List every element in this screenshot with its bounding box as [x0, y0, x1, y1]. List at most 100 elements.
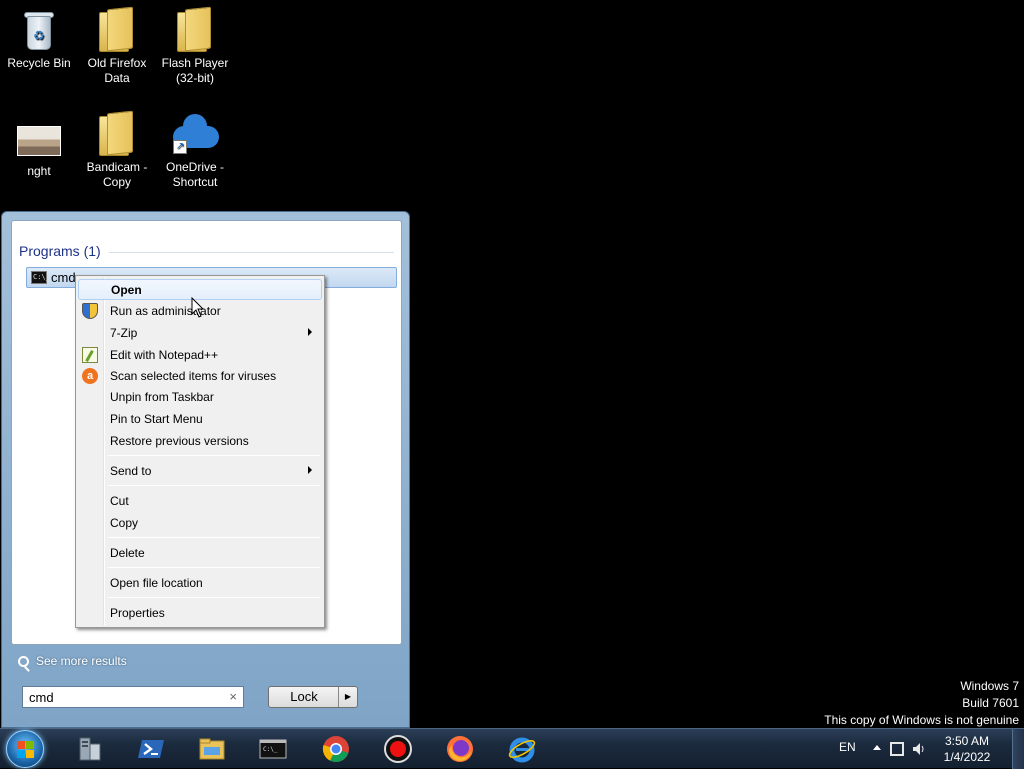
context-menu-item-open-file-location[interactable]: Open file location [78, 573, 322, 594]
menu-item-label: Open [111, 283, 142, 297]
desktop-icon-label: Bandicam - Copy [86, 160, 148, 189]
show-desktop-button[interactable] [1012, 729, 1024, 769]
context-menu-item-unpin-from-taskbar[interactable]: Unpin from Taskbar [78, 387, 322, 408]
clear-search-icon[interactable]: × [229, 689, 237, 704]
context-menu-item-scan-viruses[interactable]: a Scan selected items for viruses [78, 366, 322, 387]
desktop-icon-label: OneDrive - Shortcut [165, 160, 224, 189]
internet-explorer-icon [508, 737, 536, 763]
menu-item-label: Restore previous versions [110, 434, 249, 448]
uac-shield-icon [82, 303, 98, 319]
mouse-pointer-icon [191, 297, 205, 318]
desktop-icon-label: Recycle Bin [7, 56, 71, 70]
menu-item-label: Scan selected items for viruses [110, 369, 277, 383]
context-menu-item-edit-with-notepad[interactable]: Edit with Notepad++ [78, 345, 322, 366]
desktop-icon-nght[interactable]: nght [0, 114, 79, 179]
folder-icon [93, 6, 141, 54]
lock-button[interactable]: Lock ▶ [268, 686, 358, 708]
taskbar-powershell[interactable] [125, 731, 177, 767]
context-menu-item-send-to[interactable]: Send to [78, 461, 322, 482]
server-manager-icon [79, 737, 101, 761]
menu-separator [108, 567, 320, 568]
windows-activation-watermark: Windows 7 Build 7601 This copy of Window… [824, 678, 1019, 729]
desktop-icon-old-firefox-data[interactable]: Old Firefox Data [77, 6, 157, 86]
desktop-icon-onedrive-shortcut[interactable]: ↗ OneDrive - Shortcut [155, 110, 235, 190]
desktop-icon-recycle-bin[interactable]: ♻ Recycle Bin [0, 6, 79, 71]
clock-time: 3:50 AM [944, 734, 990, 748]
network-icon[interactable] [890, 742, 904, 756]
context-menu-item-restore-previous-versions[interactable]: Restore previous versions [78, 431, 322, 452]
folder-icon [93, 110, 141, 158]
bandicam-record-icon [384, 735, 412, 763]
context-menu-item-cut[interactable]: Cut [78, 491, 322, 512]
context-menu: Open Run as administrator 7-Zip Edit wit… [75, 275, 325, 628]
image-thumbnail-icon [15, 114, 63, 162]
menu-item-label: Copy [110, 516, 139, 530]
search-icon [18, 655, 29, 667]
menu-item-label: Unpin from Taskbar [110, 390, 214, 404]
chrome-icon [322, 736, 349, 762]
desktop-icon-label: Flash Player (32-bit) [161, 56, 229, 85]
watermark-line: Windows 7 [960, 679, 1019, 693]
watermark-line: This copy of Windows is not genuine [824, 713, 1019, 727]
volume-icon[interactable] [912, 742, 926, 756]
see-more-label: See more results [36, 654, 127, 668]
desktop-icon-bandicam-copy[interactable]: Bandicam - Copy [77, 110, 157, 190]
windows-logo-icon [17, 741, 34, 758]
folder-icon [171, 6, 219, 54]
menu-item-label: Edit with Notepad++ [110, 348, 219, 362]
context-menu-item-delete[interactable]: Delete [78, 543, 322, 564]
desktop-icon-flash-player[interactable]: Flash Player (32-bit) [155, 6, 235, 86]
firefox-icon [447, 736, 473, 762]
context-menu-item-pin-to-start-menu[interactable]: Pin to Start Menu [78, 409, 322, 430]
taskbar-chrome[interactable] [310, 731, 362, 767]
lock-button-label: Lock [290, 689, 318, 704]
menu-separator [108, 537, 320, 538]
submenu-arrow-icon [308, 328, 312, 336]
start-search-input[interactable]: cmd × [22, 686, 244, 708]
menu-item-label: Send to [110, 464, 152, 478]
menu-separator [108, 485, 320, 486]
menu-item-label: Delete [110, 546, 145, 560]
menu-item-label: Cut [110, 494, 129, 508]
heading-divider [109, 252, 394, 253]
taskbar-internet-explorer[interactable] [496, 731, 548, 767]
taskbar-file-explorer[interactable] [186, 731, 238, 767]
file-explorer-icon [199, 738, 225, 760]
menu-item-label: Properties [110, 606, 165, 620]
taskbar-firefox[interactable] [434, 731, 486, 767]
menu-item-label: 7-Zip [110, 326, 138, 340]
clock-date: 1/4/2022 [943, 750, 991, 764]
programs-heading: Programs (1) [19, 243, 101, 259]
recycle-bin-icon: ♻ [15, 6, 63, 54]
clock[interactable]: 3:50 AM 1/4/2022 [932, 733, 1002, 765]
show-hidden-icons-icon[interactable] [873, 745, 881, 750]
search-result-label: cmd [51, 270, 76, 285]
language-indicator[interactable]: EN [839, 740, 856, 754]
cmd-icon: C:\_ [31, 271, 50, 284]
submenu-arrow-icon [308, 466, 312, 474]
context-menu-item-properties[interactable]: Properties [78, 603, 322, 624]
svg-text:C:\_: C:\_ [263, 746, 278, 753]
taskbar-command-prompt[interactable]: C:\_ [247, 731, 299, 767]
see-more-results-link[interactable]: See more results [18, 654, 127, 668]
taskbar-bandicam[interactable] [372, 731, 424, 767]
onedrive-cloud-icon: ↗ [171, 110, 219, 158]
powershell-icon [138, 740, 164, 758]
start-button[interactable] [6, 730, 44, 768]
taskbar-server-manager[interactable] [64, 731, 116, 767]
power-options-arrow-icon[interactable]: ▶ [338, 687, 357, 707]
menu-separator [108, 455, 320, 456]
menu-separator [108, 597, 320, 598]
context-menu-item-copy[interactable]: Copy [78, 513, 322, 534]
menu-item-label: Pin to Start Menu [110, 412, 203, 426]
context-menu-item-7zip[interactable]: 7-Zip [78, 323, 322, 344]
search-input-value: cmd [29, 690, 54, 705]
desktop-icon-label: Old Firefox Data [87, 56, 147, 85]
shortcut-arrow-icon: ↗ [173, 140, 187, 154]
taskbar: C:\_ EN 3:50 AM 1/4/2022 [0, 728, 1024, 769]
menu-item-label: Open file location [110, 576, 203, 590]
desktop-icon-label: nght [27, 164, 51, 178]
notepad-plus-plus-icon [82, 347, 98, 363]
watermark-line: Build 7601 [962, 696, 1019, 710]
command-prompt-icon: C:\_ [259, 739, 287, 759]
